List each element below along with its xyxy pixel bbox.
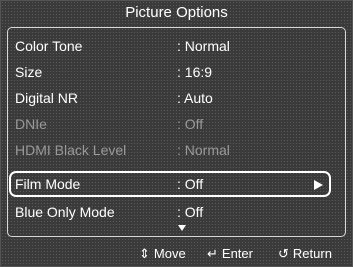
menu-item-digital-nr[interactable]: Digital NR : Auto [9, 85, 331, 111]
menu-item-size[interactable]: Size : 16:9 [9, 59, 331, 85]
footer-hints: ⇕ Move ↵ Enter ↺ Return [1, 239, 352, 267]
menu-item-label: Size [15, 64, 43, 80]
enter-label: Enter [221, 246, 253, 261]
enter-hint: ↵ Enter [207, 246, 253, 262]
menu-title: Picture Options [125, 4, 228, 21]
menu-item-label: Digital NR [15, 90, 79, 106]
menu-item-value: : Auto [177, 90, 213, 106]
menu-item-label: Blue Only Mode [15, 204, 115, 220]
menu-item-label: DNIe [15, 116, 47, 132]
return-hint: ↺ Return [278, 246, 332, 262]
up-down-arrows-icon: ⇕ [139, 246, 150, 261]
osd-window: Picture Options Color Tone : Normal Size… [0, 0, 353, 267]
menu-item-value: : Off [177, 116, 204, 132]
scroll-down-arrow-icon[interactable] [178, 225, 186, 231]
menu-item-color-tone[interactable]: Color Tone : Normal [9, 33, 331, 59]
menu-item-label: Film Mode [15, 176, 81, 192]
menu-item-label: HDMI Black Level [15, 142, 127, 158]
menu-item-value: : Off [177, 204, 204, 220]
enter-icon: ↵ [207, 246, 218, 261]
arrow-right-icon [314, 180, 323, 190]
menu-item-value: : Off [177, 176, 204, 192]
menu-item-hdmi-black-level: HDMI Black Level : Normal [9, 137, 331, 163]
menu-item-value: : 16:9 [177, 64, 213, 80]
menu-item-film-mode[interactable]: Film Mode : Off [9, 171, 331, 197]
move-label: Move [153, 246, 186, 261]
menu-item-dnie: DNIe : Off [9, 111, 331, 137]
menu-item-value: : Normal [177, 38, 230, 54]
menu-item-blue-only-mode[interactable]: Blue Only Mode : Off [9, 199, 331, 225]
move-hint: ⇕ Move [139, 246, 186, 262]
menu-item-value: : Normal [177, 142, 230, 158]
menu-item-label: Color Tone [15, 38, 83, 54]
return-label: Return [292, 246, 332, 261]
return-icon: ↺ [278, 246, 289, 261]
